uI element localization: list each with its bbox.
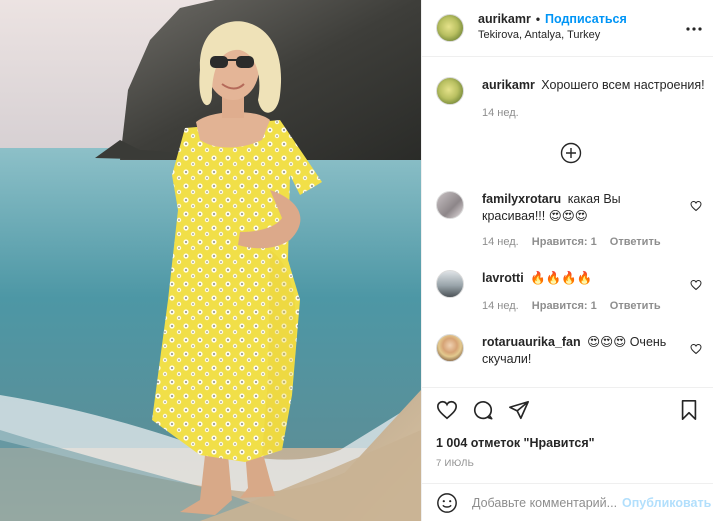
comment-like-icon[interactable] [690,343,702,355]
add-comment-input[interactable]: Добавьте комментарий... [472,496,617,510]
comment-reply-button[interactable]: Ответить [610,300,661,312]
post-actions: 1 004 отметок "Нравится" 7 ИЮЛЬ Добавьте… [422,387,713,521]
comment-body: lavrotti 🔥🔥🔥🔥 [482,270,687,287]
heart-icon[interactable] [436,399,458,421]
comment-avatar[interactable] [436,270,464,298]
post-caption: aurikamr Хорошего всем настроения! 14 не… [436,77,706,127]
comment-avatar[interactable] [436,191,464,219]
caption-time[interactable]: 14 нед. [482,107,519,119]
author-avatar[interactable] [436,14,464,42]
comment-like-icon[interactable] [690,279,702,291]
post-date[interactable]: 7 ИЮЛЬ [436,458,474,469]
comment-like-icon[interactable] [690,200,702,212]
comment-likes[interactable]: Нравится: 1 [532,300,597,312]
post-photo[interactable] [0,0,421,521]
comment-username[interactable]: familyxrotaru [482,192,561,206]
comment-item: rotaruaurika_fan 😍😍😍 Очень скучали! [436,334,706,374]
comment-body: rotaruaurika_fan 😍😍😍 Очень скучали! [482,334,682,368]
publish-button[interactable]: Опубликовать [622,496,711,510]
comment-icon[interactable] [472,399,494,421]
add-comment-bar: Добавьте комментарий... Опубликовать [422,483,713,521]
paper-plane-icon[interactable] [508,399,530,421]
post-sidebar: aurikamr • Подписаться Tekirova, Antalya, … [421,0,713,521]
follow-button[interactable]: Подписаться [545,12,627,26]
more-options-icon[interactable] [686,18,702,36]
caption-body: aurikamr Хорошего всем настроения! [482,77,707,94]
comment-meta: 14 нед. Нравится: 1 Ответить [482,300,671,312]
plus-circle-icon[interactable] [560,142,582,164]
caption-text: Хорошего всем настроения! [541,78,705,92]
comment-avatar[interactable] [436,334,464,362]
likes-count[interactable]: 1 004 отметок "Нравится" [436,436,595,450]
comment-likes[interactable]: Нравится: 1 [532,236,597,248]
smiley-icon[interactable] [436,492,458,514]
comment-text: 🔥🔥🔥🔥 [530,271,593,285]
comment-reply-button[interactable]: Ответить [610,236,661,248]
photo-illustration [0,0,421,521]
separator-dot: • [535,12,541,26]
instagram-post: aurikamr • Подписаться Tekirova, Antalya, … [0,0,713,521]
caption-meta: 14 нед. [482,107,529,119]
author-username[interactable]: aurikamr [478,12,531,26]
comment-username[interactable]: rotaruaurika_fan [482,335,581,349]
author-line: aurikamr • Подписаться [478,12,627,26]
post-location[interactable]: Tekirova, Antalya, Turkey [478,29,600,41]
comment-item: familyxrotaru какая Вы красивая!!! 😍😍😍 1… [436,191,706,251]
comment-time[interactable]: 14 нед. [482,300,519,312]
bookmark-icon[interactable] [678,399,700,421]
comment-meta: 14 нед. Нравится: 1 Ответить [482,236,671,248]
comment-body: familyxrotaru какая Вы красивая!!! 😍😍😍 [482,191,687,225]
caption-username[interactable]: aurikamr [482,78,535,92]
comment-username[interactable]: lavrotti [482,271,524,285]
comment-item: lavrotti 🔥🔥🔥🔥 14 нед. Нравится: 1 Ответи… [436,270,706,318]
post-header: aurikamr • Подписаться Tekirova, Antalya, … [422,0,713,57]
comment-time[interactable]: 14 нед. [482,236,519,248]
caption-avatar[interactable] [436,77,464,105]
